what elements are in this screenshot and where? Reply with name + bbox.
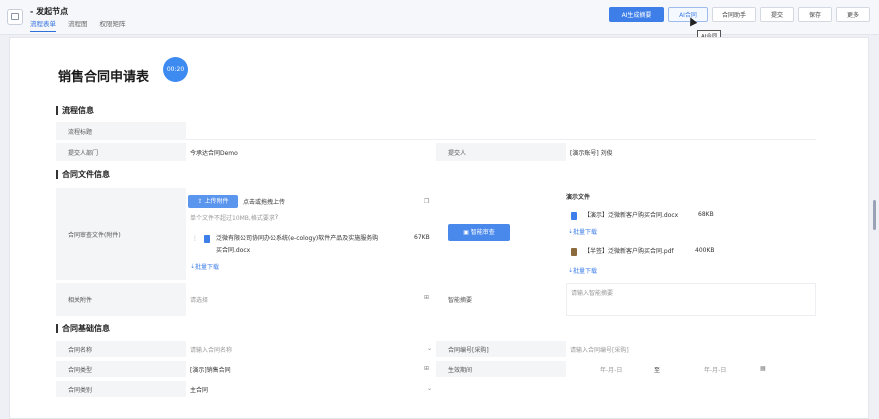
section-contract-files: 合同文件信息 xyxy=(56,170,110,179)
upload-hint: 点击或拖拽上传 xyxy=(241,195,286,208)
summary-textarea[interactable]: 请输入智能摘要 xyxy=(566,283,816,316)
other-attach-input[interactable]: 请选择 xyxy=(186,283,436,316)
ai-generate-button[interactable]: AI生成摘要 xyxy=(609,7,664,22)
drag-handle-icon[interactable]: ⋮ xyxy=(188,233,198,243)
demo-files-label: 演示文件 xyxy=(562,190,591,202)
node-title: - 发起节点 xyxy=(30,7,69,16)
period-start-input[interactable]: 年-月-日 xyxy=(596,361,623,377)
contract-name-input[interactable]: 请输入合同名称 xyxy=(186,341,436,357)
top-bar: - 发起节点 流程表单 流程图 权限矩阵 AI生成摘要 AI合同 合同助手 提交… xyxy=(0,0,879,35)
demo-file-2-size: 400KB xyxy=(691,244,715,256)
more-button[interactable]: 更多 xyxy=(836,7,870,22)
review-files-label: 合同审查文件(附件) xyxy=(56,188,186,280)
demo-pdf-icon xyxy=(571,248,577,256)
copy-icon[interactable]: ❐ xyxy=(420,195,430,208)
flow-title-input[interactable] xyxy=(186,122,816,140)
period-label: 生效期间 xyxy=(436,361,566,377)
timer-badge: 00:20 xyxy=(163,57,188,82)
section-contract-basic: 合同基础信息 xyxy=(56,324,110,333)
size-hint: 单个文件不超过10MB,格式要求 ? xyxy=(186,211,279,223)
demo-batch-download-1[interactable]: ⇣ 批量下载 xyxy=(564,225,598,237)
chevron-down-icon[interactable]: ⌄ xyxy=(427,385,432,392)
demo-file-2[interactable]: 【半签】泛微新客户购买合同.pdf xyxy=(580,244,674,256)
save-button[interactable]: 保存 xyxy=(798,7,832,22)
dept-value: 今承达合同Demo xyxy=(186,143,436,161)
submitter-value: [演示账号] 刘俊 xyxy=(566,143,816,161)
section-flow-info: 流程信息 xyxy=(56,106,94,115)
contract-name-label: 合同名称 xyxy=(56,341,186,357)
contract-category-select[interactable]: 主合同 xyxy=(186,381,436,397)
summary-label: 智能摘要 xyxy=(436,283,566,316)
period-separator: 至 xyxy=(650,361,661,377)
docx-icon xyxy=(204,235,210,243)
contract-type-label: 合同类型 xyxy=(56,361,186,377)
file-name-line1[interactable]: 泛微有限公司协同办公系统(e-cology)软件产品及实施服务购 xyxy=(212,231,379,243)
browse-icon[interactable]: ⊞ xyxy=(424,365,429,372)
flow-title-label: 流程标题 xyxy=(56,122,186,140)
form-title: 销售合同申请表 xyxy=(58,70,150,85)
demo-docx-icon xyxy=(571,212,577,220)
tab-permission-matrix[interactable]: 权限矩阵 xyxy=(100,18,126,32)
view-tabs: 流程表单 流程图 权限矩阵 xyxy=(30,18,126,32)
intelligent-review-button[interactable]: ▣ 智能审查 xyxy=(448,224,510,241)
tab-flow-chart[interactable]: 流程图 xyxy=(68,18,88,32)
page-scrollbar[interactable] xyxy=(873,200,876,230)
help-icon[interactable]: ? xyxy=(275,214,278,221)
action-buttons: AI生成摘要 AI合同 合同助手 提交 保存 更多 xyxy=(609,7,870,22)
tab-flow-form[interactable]: 流程表单 xyxy=(30,18,56,32)
file-name-line2[interactable]: 买合同.docx xyxy=(212,243,251,255)
chevron-down-icon[interactable]: ⌄ xyxy=(427,345,432,352)
calendar-icon[interactable]: ▦ xyxy=(760,365,766,372)
demo-file-1-size: 68KB xyxy=(694,208,714,220)
contract-type-select[interactable]: [演示]销售合同 xyxy=(186,361,436,377)
review-icon: ▣ xyxy=(463,229,471,236)
submitter-label: 提交人 xyxy=(436,143,566,161)
contract-number-label: 合同编号[采购] xyxy=(436,341,566,357)
file-size: 67KB xyxy=(410,231,430,243)
dept-label: 提交人部门 xyxy=(56,143,186,161)
other-attach-label: 相关附件 xyxy=(56,283,186,316)
form-page: 销售合同申请表 00:20 流程信息 流程标题 提交人部门 今承达合同Demo … xyxy=(9,37,869,419)
period-end-input[interactable]: 年-月-日 xyxy=(700,361,727,377)
demo-batch-download-2[interactable]: ⇣ 批量下载 xyxy=(564,264,598,276)
upload-button[interactable]: ⇪ 上传附件 xyxy=(188,195,238,208)
contract-helper-button[interactable]: 合同助手 xyxy=(712,7,756,22)
contract-number-input[interactable]: 请输入合同编号[采购] xyxy=(566,341,816,357)
upload-button-label: 上传附件 xyxy=(204,198,229,205)
submit-button[interactable]: 提交 xyxy=(760,7,794,22)
batch-download-link[interactable]: ⇣ 批量下载 xyxy=(186,260,220,272)
contract-category-label: 合同类别 xyxy=(56,381,186,397)
app-icon[interactable] xyxy=(7,9,23,25)
demo-file-1[interactable]: 【演示】泛微新客户购买合同.docx xyxy=(580,208,679,220)
attach-browse-icon[interactable]: ⊞ xyxy=(424,294,429,301)
